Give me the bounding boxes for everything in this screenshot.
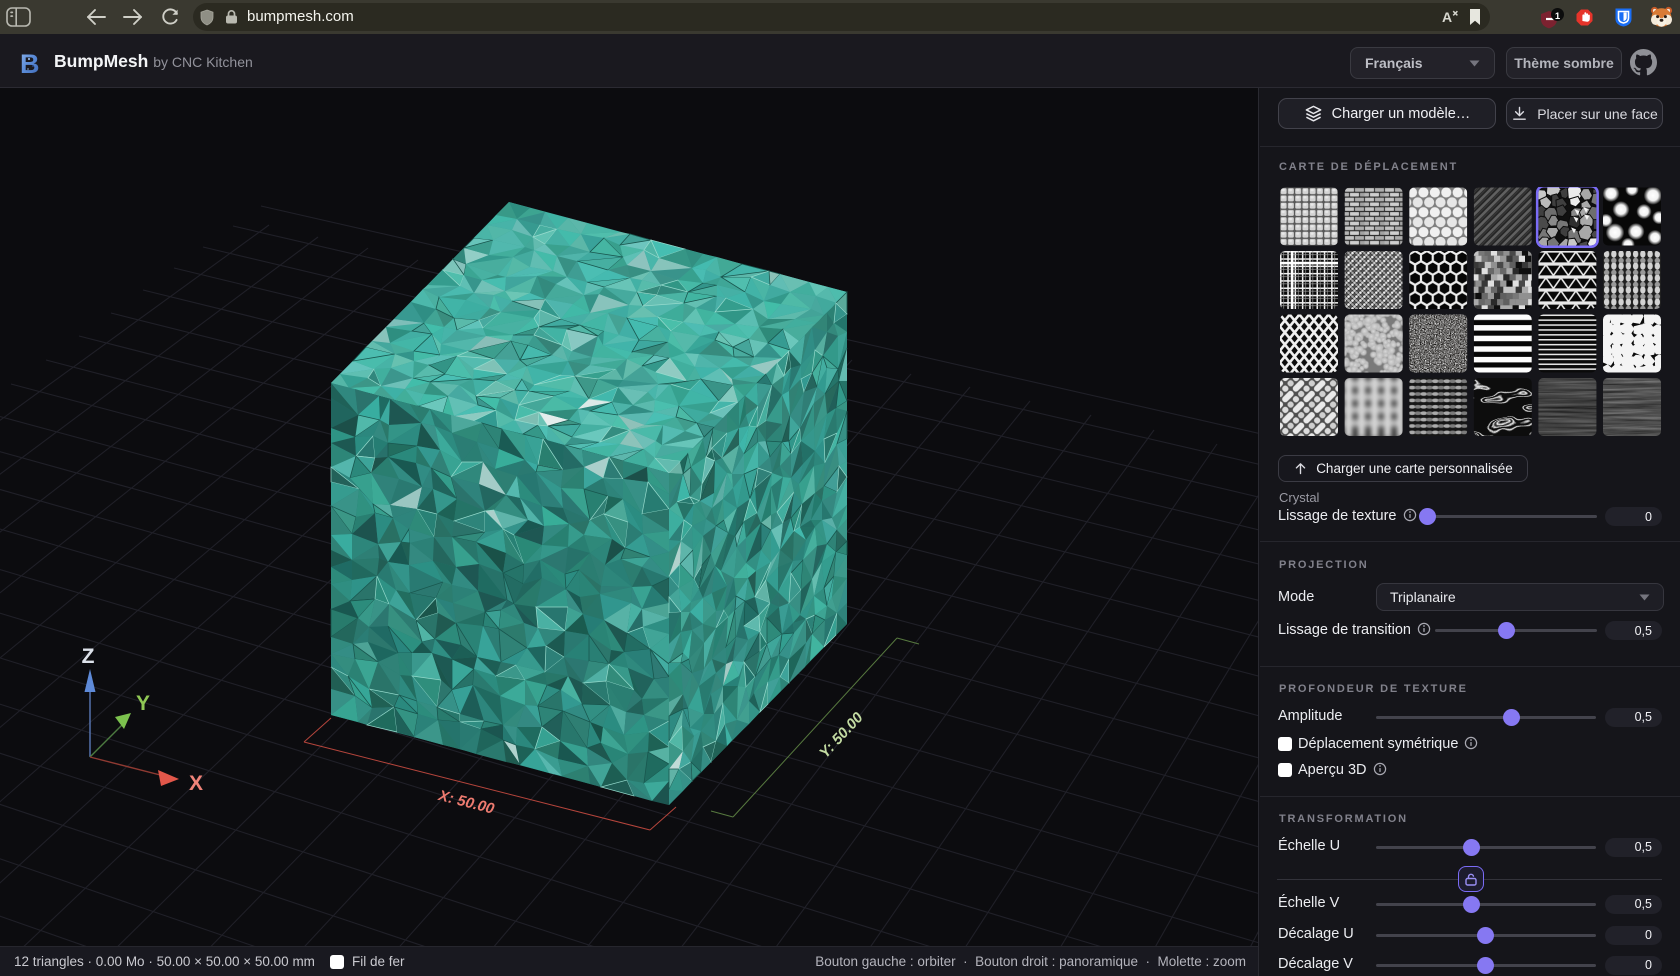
svg-text:X: X: [189, 772, 203, 795]
svg-text:B: B: [21, 50, 40, 76]
svg-text:1: 1: [1555, 11, 1561, 22]
svg-text:A: A: [1442, 9, 1452, 25]
svg-text:Y: Y: [136, 692, 150, 715]
svg-text:Z: Z: [82, 645, 95, 668]
